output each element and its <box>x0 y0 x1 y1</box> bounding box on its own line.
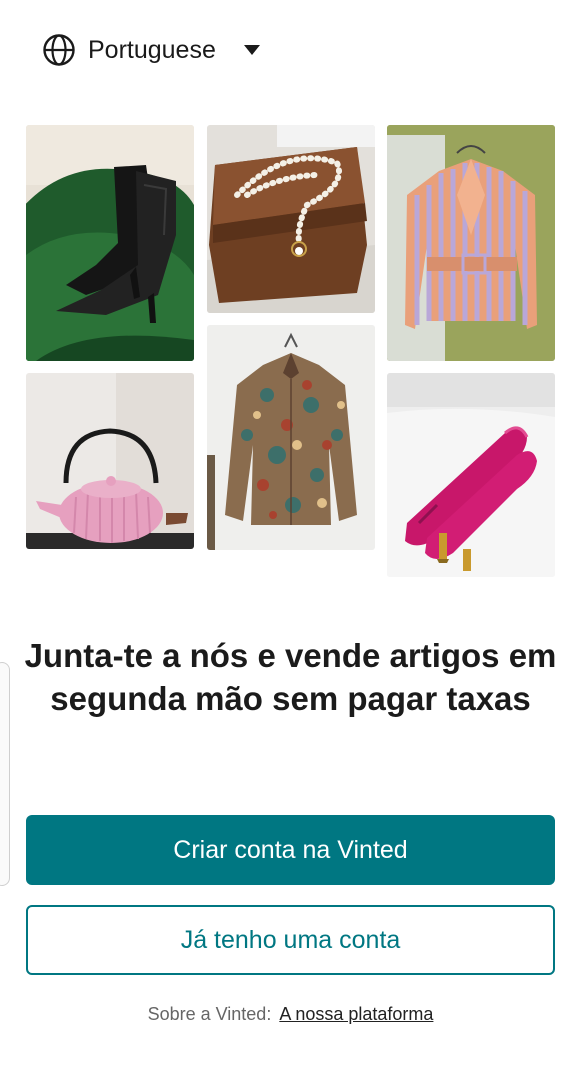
product-gallery <box>0 0 581 600</box>
about-footer: Sobre a Vinted: A nossa plataforma <box>0 1004 581 1025</box>
side-drawer-handle[interactable] <box>0 662 10 886</box>
gallery-image-blazer <box>387 125 555 361</box>
create-account-button[interactable]: Criar conta na Vinted <box>26 815 555 885</box>
gallery-image-shirt <box>207 325 375 550</box>
onboarding-headline: Junta-te a nós e vende artigos em segund… <box>24 637 557 717</box>
gallery-image-heels <box>387 373 555 577</box>
platform-link[interactable]: A nossa plataforma <box>279 1004 433 1024</box>
login-button[interactable]: Já tenho uma conta <box>26 905 555 975</box>
gallery-image-boots <box>26 125 194 361</box>
about-prefix: Sobre a Vinted: <box>147 1004 272 1024</box>
gallery-image-teapot <box>26 373 194 549</box>
gallery-image-necklace <box>207 125 375 313</box>
